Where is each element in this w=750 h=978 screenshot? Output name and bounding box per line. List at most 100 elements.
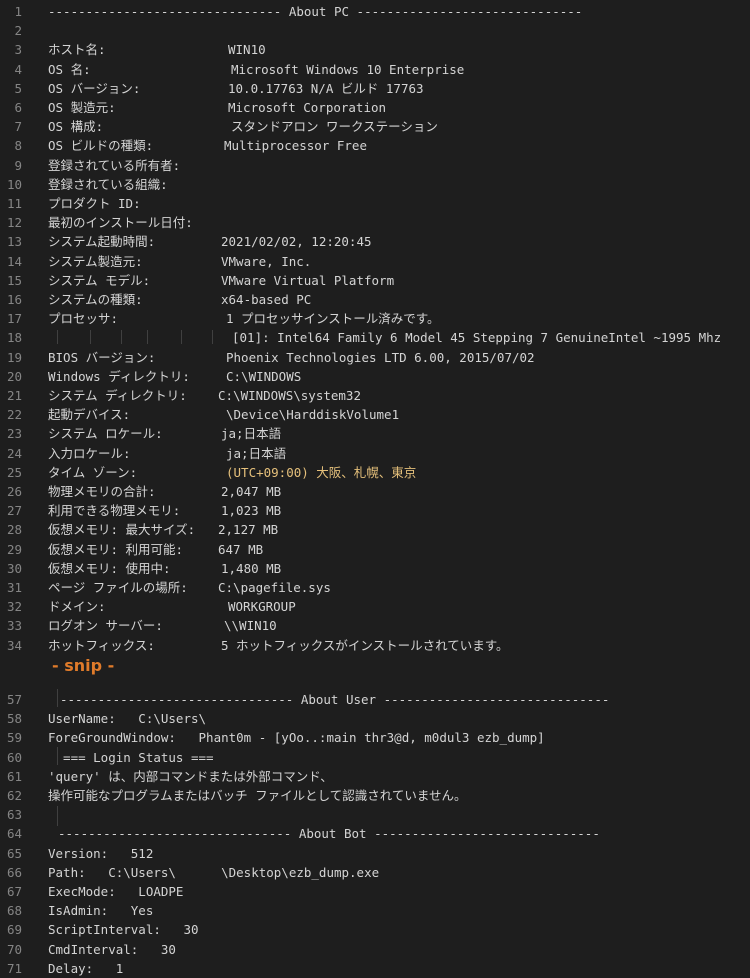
line-number: 19 <box>6 349 22 365</box>
line-number: 20 <box>6 368 22 384</box>
line-number: 12 <box>6 215 22 231</box>
line-text: システム モデル: <box>48 272 151 288</box>
line-text: 登録されている組織: <box>48 176 168 192</box>
code-line[interactable]: 21 システム ディレクトリ: C:\WINDOWS\system32 <box>0 386 750 405</box>
code-editor[interactable]: - snip - 1 ------------------------------… <box>0 0 750 977</box>
line-text: タイム ゾーン: <box>48 464 138 480</box>
code-line[interactable]: 34 ホットフィックス: 5 ホットフィックスがインストールされています。 <box>0 636 750 655</box>
code-line[interactable]: 61 'query' は、内部コマンドまたは外部コマンド、 <box>0 767 750 786</box>
code-line[interactable]: 66 Path: C:\Users\ \Desktop\ezb_dump.exe <box>0 863 750 882</box>
line-text: ホスト名: <box>48 42 106 58</box>
code-line[interactable]: 70 CmdInterval: 30 <box>0 940 750 959</box>
indent-guide <box>57 330 58 344</box>
line-text: システムの種類: <box>48 292 143 307</box>
line-text: 仮想メモリ: 最大サイズ: <box>48 522 196 538</box>
line-value: WORKGROUP <box>228 599 296 615</box>
line-value: 1,023 MB <box>221 503 282 519</box>
line-value: 2,127 MB <box>218 522 279 538</box>
line-number: 13 <box>6 234 22 250</box>
code-line[interactable]: 25 タイム ゾーン: (UTC+09:00) 大阪、札幌、東京 <box>0 463 750 482</box>
code-line[interactable]: 57 ------------------------------- About … <box>0 690 750 709</box>
code-line[interactable]: 11 プロダクト ID: <box>0 194 750 213</box>
code-line[interactable]: 26 物理メモリの合計: 2,047 MB <box>0 482 750 501</box>
indent-guide <box>212 330 213 344</box>
line-number: 14 <box>6 253 22 269</box>
code-line[interactable]: 68 IsAdmin: Yes <box>0 901 750 920</box>
code-line[interactable]: 64 ------------------------------- About … <box>0 824 750 843</box>
code-line[interactable]: 63 <box>0 805 750 824</box>
line-number: 63 <box>6 807 22 823</box>
code-line[interactable]: 7 OS 構成: スタンドアロン ワークステーション <box>0 117 750 136</box>
code-line[interactable]: 18 [01]: Intel64 Family 6 Model 45 Steppi… <box>0 328 750 347</box>
code-line[interactable]: 1 ------------------------------- About P… <box>0 2 750 21</box>
code-line[interactable]: 15 システム モデル: VMware Virtual Platform <box>0 271 750 290</box>
code-line[interactable]: 10 登録されている組織: <box>0 175 750 194</box>
code-line[interactable]: 8 OS ビルドの種類: Multiprocessor Free <box>0 136 750 155</box>
code-line[interactable]: 58 UserName: C:\Users\ <box>0 709 750 728</box>
line-number: 4 <box>14 61 22 77</box>
code-line[interactable]: 17 プロセッサ: 1 プロセッサインストール済みです。 <box>0 309 750 328</box>
line-number: 34 <box>6 637 22 653</box>
indent-guide <box>57 689 58 707</box>
code-line[interactable]: 12 最初のインストール日付: <box>0 213 750 232</box>
line-text: Delay: 1 <box>48 960 124 976</box>
code-line[interactable]: 5 OS バージョン: 10.0.17763 N/A ビルド 17763 <box>0 79 750 98</box>
line-number: 2 <box>14 23 22 39</box>
code-line[interactable]: 33 ログオン サーバー: \\WIN10 <box>0 616 750 635</box>
code-line[interactable]: 28 仮想メモリ: 最大サイズ: 2,127 MB <box>0 520 750 539</box>
code-line[interactable]: 19 BIOS バージョン: Phoenix Technologies LTD 6.… <box>0 348 750 367</box>
line-value: 2,047 MB <box>221 484 282 499</box>
line-value: x64-based PC <box>221 292 312 307</box>
line-number: 24 <box>6 445 22 461</box>
code-line[interactable]: 24 入力ロケール: ja;日本語 <box>0 444 750 463</box>
code-line[interactable]: 62 操作可能なプログラムまたはバッチ ファイルとして認識されていません。 <box>0 786 750 805</box>
line-value: Microsoft Corporation <box>228 100 387 115</box>
indent-guide <box>121 330 122 344</box>
line-value: 1 プロセッサインストール済みです。 <box>226 311 440 327</box>
line-value: 10.0.17763 N/A ビルド 17763 <box>228 80 424 96</box>
line-text: 入力ロケール: <box>48 445 131 461</box>
code-line[interactable]: 30 仮想メモリ: 使用中: 1,480 MB <box>0 559 750 578</box>
code-line[interactable]: 9 登録されている所有者: <box>0 156 750 175</box>
line-text: システム ロケール: <box>48 426 163 442</box>
line-text: システム製造元: <box>48 253 143 269</box>
line-number: 65 <box>6 845 22 861</box>
line-number: 67 <box>6 884 22 899</box>
code-line[interactable]: 22 起動デバイス: \Device\HarddiskVolume1 <box>0 405 750 424</box>
code-line[interactable]: 59 ForeGroundWindow: Phant0m - [yOo..:mai… <box>0 728 750 747</box>
code-line[interactable]: 4 OS 名: Microsoft Windows 10 Enterprise <box>0 60 750 79</box>
line-number: 62 <box>6 788 22 803</box>
code-line[interactable]: 31 ページ ファイルの場所: C:\pagefile.sys <box>0 578 750 597</box>
code-line[interactable]: 20 Windows ディレクトリ: C:\WINDOWS <box>0 367 750 386</box>
code-line[interactable]: 3 ホスト名: WIN10 <box>0 40 750 59</box>
line-number: 27 <box>6 503 22 519</box>
line-text: OS ビルドの種類: <box>48 138 154 154</box>
code-line[interactable]: 27 利用できる物理メモリ: 1,023 MB <box>0 501 750 520</box>
indent-guide <box>90 330 91 344</box>
line-text: ------------------------------- About Us… <box>60 692 610 707</box>
code-line[interactable]: 6 OS 製造元: Microsoft Corporation <box>0 98 750 117</box>
code-line[interactable]: 14 システム製造元: VMware, Inc. <box>0 252 750 271</box>
line-number: 68 <box>6 903 22 919</box>
code-line[interactable]: 65 Version: 512 <box>0 844 750 863</box>
code-line[interactable]: 32 ドメイン: WORKGROUP <box>0 597 750 616</box>
code-line[interactable]: 67 ExecMode: LOADPE <box>0 882 750 901</box>
indent-guide <box>147 330 148 344</box>
code-line[interactable]: 16 システムの種類: x64-based PC <box>0 290 750 309</box>
line-number: 64 <box>6 826 22 842</box>
line-value: ja;日本語 <box>221 426 282 442</box>
code-line[interactable]: 2 <box>0 21 750 40</box>
code-line[interactable]: 71 Delay: 1 <box>0 959 750 978</box>
code-line[interactable]: 29 仮想メモリ: 利用可能: 647 MB <box>0 540 750 559</box>
line-number: 28 <box>6 522 22 538</box>
line-text: プロセッサ: <box>48 311 119 327</box>
line-value: Microsoft Windows 10 Enterprise <box>231 61 465 77</box>
code-line[interactable]: 23 システム ロケール: ja;日本語 <box>0 424 750 443</box>
code-line[interactable]: 13 システム起動時間: 2021/02/02, 12:20:45 <box>0 232 750 251</box>
line-number: 6 <box>14 100 22 115</box>
line-text: OS 名: <box>48 61 91 77</box>
line-text: ------------------------------- About PC… <box>48 4 583 19</box>
code-line[interactable]: 60 === Login Status === <box>0 748 750 767</box>
line-text: ------------------------------- About Bo… <box>58 826 600 842</box>
code-line[interactable]: 69 ScriptInterval: 30 <box>0 920 750 939</box>
